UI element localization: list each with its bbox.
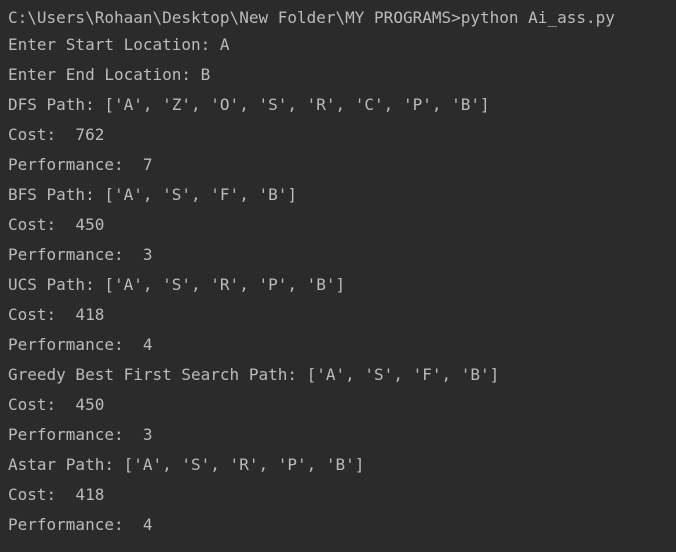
ucs-path-line: UCS Path: ['A', 'S', 'R', 'P', 'B'] — [8, 275, 346, 294]
end-location-input-line: Enter End Location: B — [8, 65, 211, 84]
astar-performance-line: Performance: 4 — [8, 515, 153, 534]
greedy-cost-line: Cost: 450 — [8, 395, 105, 414]
astar-cost-line: Cost: 418 — [8, 485, 105, 504]
greedy-performance-line: Performance: 3 — [8, 425, 153, 444]
dfs-performance-line: Performance: 7 — [8, 155, 153, 174]
ucs-cost-line: Cost: 418 — [8, 305, 105, 324]
bfs-performance-line: Performance: 3 — [8, 245, 153, 264]
greedy-path-line: Greedy Best First Search Path: ['A', 'S'… — [8, 365, 500, 384]
bfs-cost-line: Cost: 450 — [8, 215, 105, 234]
dfs-cost-line: Cost: 762 — [8, 125, 105, 144]
ucs-performance-line: Performance: 4 — [8, 335, 153, 354]
start-location-input-line: Enter Start Location: A — [8, 35, 230, 54]
astar-path-line: Astar Path: ['A', 'S', 'R', 'P', 'B'] — [8, 455, 365, 474]
bfs-path-line: BFS Path: ['A', 'S', 'F', 'B'] — [8, 185, 297, 204]
command-prompt-line: C:\Users\Rohaan\Desktop\New Folder\MY PR… — [8, 8, 615, 27]
terminal-window[interactable]: C:\Users\Rohaan\Desktop\New Folder\MY PR… — [0, 0, 676, 552]
dfs-path-line: DFS Path: ['A', 'Z', 'O', 'S', 'R', 'C',… — [8, 95, 490, 114]
